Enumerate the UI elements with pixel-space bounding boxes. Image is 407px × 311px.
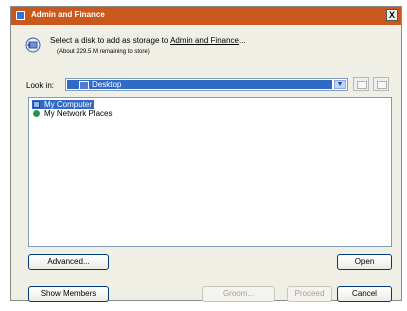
prompt-suffix: ...: [239, 36, 246, 45]
prompt-text: Select a disk to add as storage to Admin…: [50, 36, 246, 45]
location-list[interactable]: My Computer My Network Places: [28, 97, 392, 247]
chevron-down-icon[interactable]: ▼: [334, 80, 346, 89]
look-in-dropdown[interactable]: Desktop ▼: [65, 78, 348, 91]
title-bar[interactable]: Admin and Finance X: [11, 7, 401, 25]
look-in-value: Desktop: [92, 80, 122, 89]
look-in-selected[interactable]: Desktop: [67, 80, 332, 90]
prompt-prefix: Select a disk to add as storage to: [50, 36, 171, 45]
proceed-button: Proceed: [287, 286, 332, 302]
new-folder-button[interactable]: [373, 77, 389, 91]
new-folder-icon: [377, 81, 387, 89]
cancel-button[interactable]: Cancel: [337, 286, 392, 302]
show-members-button[interactable]: Show Members: [28, 286, 109, 302]
disk-transfer-icon: [25, 37, 41, 53]
prompt-link[interactable]: Admin and Finance: [170, 36, 239, 45]
open-button[interactable]: Open: [337, 254, 392, 270]
my-computer-icon: [33, 101, 40, 108]
app-icon: [16, 11, 25, 20]
network-places-icon: [33, 110, 40, 117]
up-folder-icon: [357, 81, 367, 89]
groom-button: Groom...: [202, 286, 275, 302]
list-item-my-computer[interactable]: My Computer: [32, 100, 95, 109]
advanced-button[interactable]: Advanced...: [28, 254, 109, 270]
look-in-label: Look in:: [26, 81, 55, 90]
dialog-window: Admin and Finance X Select a disk to add…: [10, 6, 402, 302]
remaining-space-text: (About 229.5 M remaining to store): [57, 49, 150, 55]
window-title: Admin and Finance: [31, 10, 105, 19]
list-item-label: My Computer: [44, 100, 93, 109]
desktop-icon: [79, 81, 89, 90]
list-item-label: My Network Places: [44, 109, 113, 118]
up-folder-button[interactable]: [353, 77, 369, 91]
list-item-network-places[interactable]: My Network Places: [32, 109, 114, 118]
close-button[interactable]: X: [386, 9, 398, 21]
